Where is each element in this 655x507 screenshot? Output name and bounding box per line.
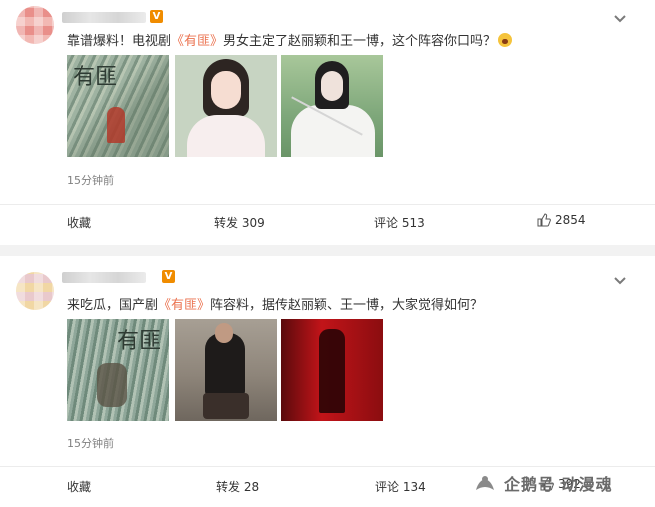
watermark-text: 企鹅号 动漫魂 bbox=[504, 475, 613, 494]
post-timestamp[interactable]: 15分钟前 bbox=[67, 172, 114, 188]
actress-legs bbox=[203, 393, 249, 419]
post-image-drama-poster[interactable]: 有匪 bbox=[67, 319, 169, 421]
favorite-button[interactable]: 收藏 bbox=[67, 478, 91, 495]
post-timestamp[interactable]: 15分钟前 bbox=[67, 435, 114, 451]
chevron-down-icon[interactable] bbox=[613, 276, 627, 286]
post-image-actress-photo[interactable] bbox=[175, 319, 277, 421]
divider bbox=[0, 466, 655, 467]
post-image-actress-portrait[interactable] bbox=[175, 55, 277, 157]
poster-calligraphy: 有匪 bbox=[117, 329, 162, 354]
poster-figure bbox=[97, 363, 127, 407]
post-image-actor-photo-red[interactable] bbox=[281, 319, 383, 421]
favorite-button[interactable]: 收藏 bbox=[67, 214, 91, 231]
repost-label: 转发 309 bbox=[214, 216, 265, 230]
drama-title-link[interactable]: 《有匪》 bbox=[158, 298, 210, 313]
post-card: V 靠谱爆料！电视剧《有匪》男女主定了赵丽颖和王一博，这个阵容你口吗？ 有匪 1… bbox=[0, 0, 655, 245]
watermark: 企鹅号 动漫魂 bbox=[472, 468, 613, 498]
actress-head bbox=[215, 323, 233, 343]
vip-badge-icon: V bbox=[162, 270, 175, 283]
vip-badge-icon: V bbox=[150, 10, 163, 23]
favorite-label: 收藏 bbox=[67, 216, 92, 230]
favorite-label: 收藏 bbox=[67, 480, 92, 494]
penguin-logo-icon bbox=[476, 476, 494, 490]
chevron-down-icon[interactable] bbox=[613, 14, 627, 24]
actor-robe bbox=[291, 105, 375, 157]
actor-face bbox=[321, 71, 343, 101]
like-count: 2854 bbox=[555, 213, 586, 227]
repost-label: 转发 28 bbox=[216, 480, 260, 494]
post-text: 来吃瓜，国产剧《有匪》阵容料，据传赵丽颖、王一博，大家觉得如何？ bbox=[67, 298, 484, 313]
surprised-emoji-icon bbox=[498, 33, 513, 47]
comment-label: 评论 513 bbox=[374, 216, 425, 230]
actor-silhouette bbox=[319, 329, 345, 413]
post-text: 靠谱爆料！电视剧《有匪》男女主定了赵丽颖和王一博，这个阵容你口吗？ bbox=[67, 30, 513, 49]
avatar[interactable] bbox=[16, 272, 54, 310]
repost-button[interactable]: 转发 28 bbox=[216, 478, 259, 495]
repost-button[interactable]: 转发 309 bbox=[214, 214, 265, 231]
comment-button[interactable]: 评论 513 bbox=[374, 214, 425, 231]
drama-title-link[interactable]: 《有匪》 bbox=[171, 34, 223, 49]
actress-face bbox=[211, 71, 241, 109]
thumbs-up-icon bbox=[537, 213, 551, 227]
like-button[interactable]: 2854 bbox=[537, 213, 586, 227]
post-image-actor-portrait[interactable] bbox=[281, 55, 383, 157]
username-blurred[interactable] bbox=[62, 12, 146, 23]
poster-figure bbox=[107, 107, 125, 143]
username-blurred[interactable] bbox=[62, 272, 146, 283]
comment-label: 评论 134 bbox=[375, 480, 426, 494]
comment-button[interactable]: 评论 134 bbox=[375, 478, 426, 495]
actress-dress bbox=[187, 115, 265, 157]
avatar[interactable] bbox=[16, 6, 54, 44]
divider bbox=[0, 204, 655, 205]
post-image-drama-poster[interactable]: 有匪 bbox=[67, 55, 169, 157]
poster-calligraphy: 有匪 bbox=[73, 65, 118, 90]
